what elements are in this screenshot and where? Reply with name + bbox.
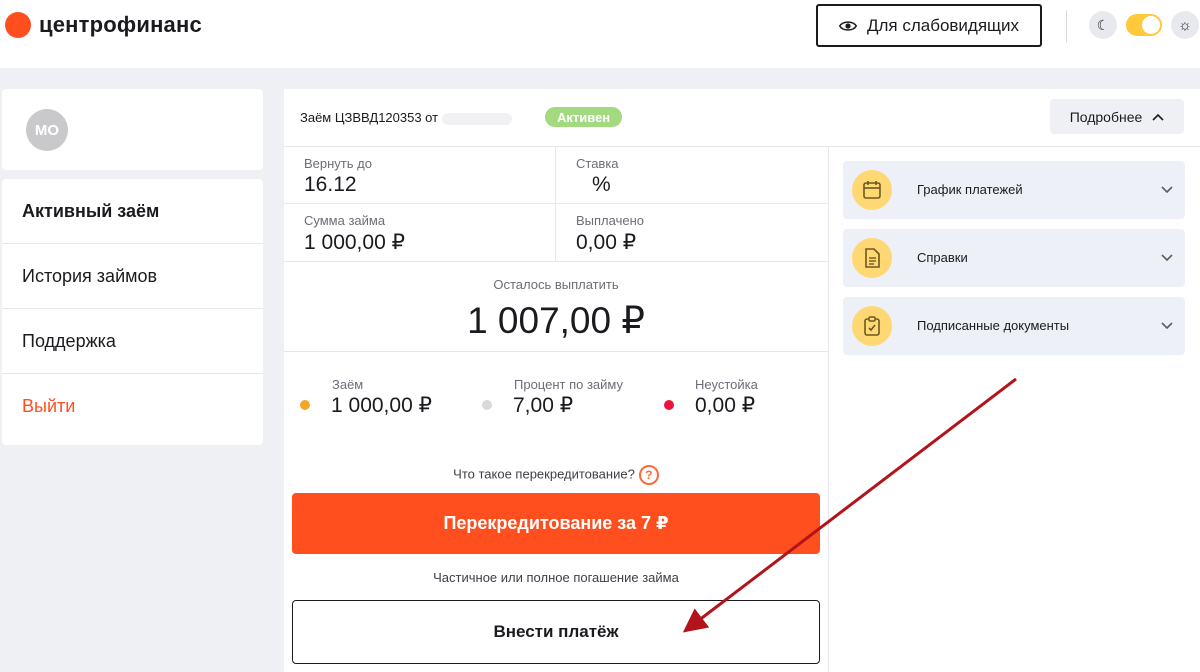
rate-label: Ставка <box>576 156 619 171</box>
toggle-knob <box>1142 16 1160 34</box>
sidebar-item-logout[interactable]: Выйти <box>2 374 263 439</box>
accordion-signed-documents-label: Подписанные документы <box>917 318 1070 333</box>
return-by-label: Вернуть до <box>304 156 372 171</box>
top-header: центрофинанс Для слабовидящих ☾ ☼ <box>0 0 1200 68</box>
breakdown-loan-value: 1 000,00 ₽ <box>331 394 432 417</box>
loan-title: Заём ЦЗВВД120353 от <box>300 110 513 125</box>
return-by-cell: Вернуть до 16.12 <box>284 147 556 204</box>
remaining-block: Осталось выплатить 1 007,00 ₽ <box>284 262 828 352</box>
calendar-icon <box>852 170 892 210</box>
rate-cell: Ставка % <box>556 147 828 204</box>
loan-dot-icon <box>300 400 310 410</box>
details-button[interactable]: Подробнее <box>1050 99 1184 134</box>
partial-repayment-note: Частичное или полное погашение займа <box>433 570 679 585</box>
status-badge: Активен <box>545 107 623 127</box>
sidebar-item-active-loan[interactable]: Активный заём <box>2 179 263 244</box>
return-by-value: 16.12 <box>304 173 357 196</box>
make-payment-button[interactable]: Внести платёж <box>292 600 820 664</box>
question-icon[interactable]: ? <box>638 465 659 485</box>
avatar[interactable]: МО <box>26 109 68 151</box>
chevron-up-icon <box>1152 113 1164 121</box>
breakdown-penalty-value: 0,00 ₽ <box>695 394 756 417</box>
rate-value: % <box>592 173 611 196</box>
penalty-dot-icon <box>664 400 674 410</box>
loan-title-text: Заём ЦЗВВД120353 от <box>300 110 439 125</box>
accordion-certificates[interactable]: Справки <box>843 229 1185 287</box>
clipboard-check-icon <box>852 306 892 346</box>
document-icon <box>852 238 892 278</box>
amount-cell: Сумма займа 1 000,00 ₽ <box>284 204 556 261</box>
amount-label: Сумма займа <box>304 213 386 228</box>
chevron-down-icon <box>1161 186 1173 194</box>
paid-label: Выплачено <box>576 213 644 228</box>
accordion-payment-schedule-label: График платежей <box>917 182 1023 197</box>
loan-panel: Заём ЦЗВВД120353 от Активен Подробнее Ве… <box>284 89 1200 672</box>
payment-breakdown: Заём 1 000,00 ₽ Процент по займу 7,00 ₽ … <box>284 377 828 427</box>
divider <box>1066 10 1067 42</box>
eye-icon <box>838 20 857 31</box>
sidebar-menu: Активный заём История займов Поддержка В… <box>2 179 263 445</box>
documents-column: График платежей Справки Подписанные доку… <box>843 161 1185 365</box>
remaining-value: 1 007,00 ₽ <box>467 300 645 341</box>
remaining-label: Осталось выплатить <box>493 277 619 292</box>
breakdown-interest-value: 7,00 ₽ <box>513 394 574 417</box>
paid-value: 0,00 ₽ <box>576 231 637 254</box>
moon-icon[interactable]: ☾ <box>1089 11 1117 39</box>
breakdown-penalty-label: Неустойка <box>695 377 758 392</box>
accordion-signed-documents[interactable]: Подписанные документы <box>843 297 1185 355</box>
brand-logo[interactable]: центрофинанс <box>5 12 202 38</box>
user-card: МО <box>2 89 263 170</box>
low-vision-button[interactable]: Для слабовидящих <box>816 4 1042 47</box>
details-button-label: Подробнее <box>1069 108 1143 125</box>
redacted-date <box>442 112 513 125</box>
refinance-question-text: Что такое перекредитование? <box>453 466 635 482</box>
sidebar-item-support[interactable]: Поддержка <box>2 309 263 374</box>
paid-cell: Выплачено 0,00 ₽ <box>556 204 828 261</box>
loan-header: Заём ЦЗВВД120353 от Активен Подробнее <box>284 89 1200 147</box>
chevron-down-icon <box>1161 254 1173 262</box>
accordion-payment-schedule[interactable]: График платежей <box>843 161 1185 219</box>
refinance-button[interactable]: Перекредитование за 7 ₽ <box>292 493 820 554</box>
loan-summary: Вернуть до 16.12 Ставка % Сумма займа 1 … <box>284 147 829 672</box>
breakdown-interest-label: Процент по займу <box>514 377 623 392</box>
loan-info-grid: Вернуть до 16.12 Ставка % Сумма займа 1 … <box>284 147 828 262</box>
brand-name: центрофинанс <box>39 12 202 37</box>
interest-dot-icon <box>482 400 492 410</box>
low-vision-label: Для слабовидящих <box>866 15 1020 35</box>
amount-value: 1 000,00 ₽ <box>304 231 405 254</box>
theme-toggle[interactable] <box>1126 14 1162 36</box>
accordion-certificates-label: Справки <box>917 250 968 265</box>
logo-circle-icon <box>5 12 31 38</box>
sun-icon[interactable]: ☼ <box>1171 11 1199 39</box>
breakdown-loan-label: Заём <box>332 377 364 392</box>
refinance-question[interactable]: Что такое перекредитование?? <box>284 465 828 485</box>
chevron-down-icon <box>1161 322 1173 330</box>
sidebar-item-loan-history[interactable]: История займов <box>2 244 263 309</box>
